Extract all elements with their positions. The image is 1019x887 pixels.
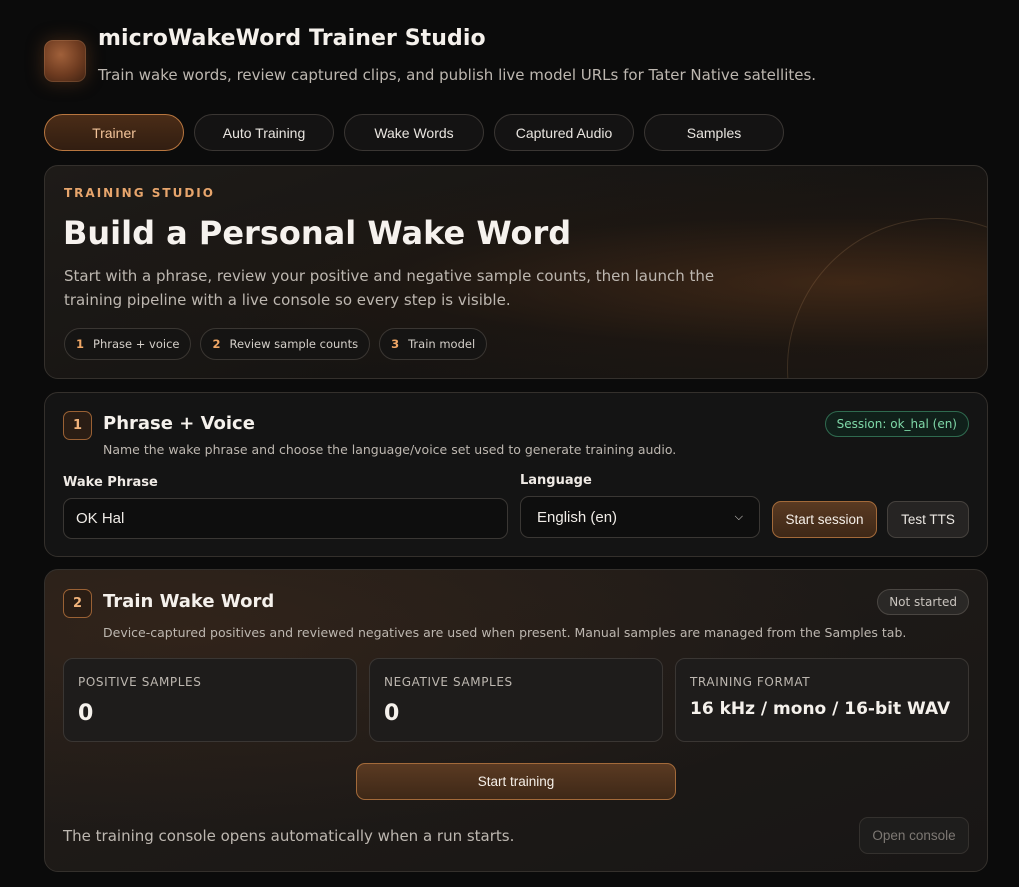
start-session-button[interactable]: Start session [772, 501, 877, 538]
start-training-button[interactable]: Start training [356, 763, 676, 800]
step-label: Train model [408, 337, 476, 351]
open-console-button[interactable]: Open console [859, 817, 969, 854]
stat-label: TRAINING FORMAT [690, 675, 811, 689]
app-subtitle: Train wake words, review captured clips,… [98, 66, 817, 84]
console-note: The training console opens automatically… [63, 827, 515, 845]
step-label: Review sample counts [229, 337, 359, 351]
phrase-voice-panel: 1 Phrase + Voice Name the wake phrase an… [44, 392, 988, 557]
app-title: microWakeWord Trainer Studio [98, 26, 486, 51]
language-label: Language [520, 473, 592, 488]
status-badge: Not started [877, 589, 969, 615]
tab-captured-audio[interactable]: Captured Audio [494, 114, 634, 151]
step-pill-phrase: 1 Phrase + voice [64, 328, 192, 360]
chevron-down-icon: ⌵ [734, 510, 743, 523]
panel-title: Phrase + Voice [103, 413, 255, 434]
panel-subtitle: Name the wake phrase and choose the lang… [103, 442, 677, 457]
stat-value: 0 [384, 701, 400, 726]
panel-title: Train Wake Word [103, 591, 275, 612]
hero-eyebrow: TRAINING STUDIO [64, 186, 215, 200]
negative-samples-stat: NEGATIVE SAMPLES 0 [369, 658, 663, 742]
wake-phrase-label: Wake Phrase [63, 475, 158, 490]
stat-value: 0 [78, 701, 94, 726]
step-number: 2 [212, 337, 221, 351]
tab-wake-words[interactable]: Wake Words [344, 114, 484, 151]
training-format-stat: TRAINING FORMAT 16 kHz / mono / 16-bit W… [675, 658, 969, 742]
positive-samples-stat: POSITIVE SAMPLES 0 [63, 658, 357, 742]
step-pill-train: 3 Train model [379, 328, 488, 360]
app-header: microWakeWord Trainer Studio Train wake … [44, 26, 984, 96]
stat-label: POSITIVE SAMPLES [78, 675, 202, 689]
tab-samples[interactable]: Samples [644, 114, 784, 151]
train-wake-word-panel: 2 Train Wake Word Device-captured positi… [44, 569, 988, 872]
main-tabs: Trainer Auto Training Wake Words Capture… [44, 114, 784, 151]
step-pill-review: 2 Review sample counts [200, 328, 371, 360]
step-badge: 1 [63, 411, 92, 440]
wake-phrase-input[interactable]: OK Hal [63, 498, 508, 539]
step-label: Phrase + voice [93, 337, 180, 351]
hero-decoration-ring [787, 218, 987, 378]
language-selected-value: English (en) [537, 508, 618, 526]
step-badge: 2 [63, 589, 92, 618]
hero-card: TRAINING STUDIO Build a Personal Wake Wo… [44, 165, 988, 379]
stat-value: 16 kHz / mono / 16-bit WAV [690, 699, 951, 719]
tab-auto-training[interactable]: Auto Training [194, 114, 334, 151]
session-badge: Session: ok_hal (en) [824, 411, 969, 437]
step-number: 1 [76, 337, 85, 351]
stat-label: NEGATIVE SAMPLES [384, 675, 513, 689]
hero-title: Build a Personal Wake Word [63, 214, 572, 252]
tab-trainer[interactable]: Trainer [44, 114, 184, 151]
hero-steps: 1 Phrase + voice 2 Review sample counts … [64, 328, 488, 360]
step-number: 3 [391, 337, 400, 351]
test-tts-button[interactable]: Test TTS [887, 501, 969, 538]
hero-description: Start with a phrase, review your positiv… [64, 267, 715, 309]
app-logo [44, 40, 86, 82]
language-select[interactable]: English (en) ⌵ [520, 496, 760, 538]
panel-subtitle: Device-captured positives and reviewed n… [103, 625, 907, 640]
